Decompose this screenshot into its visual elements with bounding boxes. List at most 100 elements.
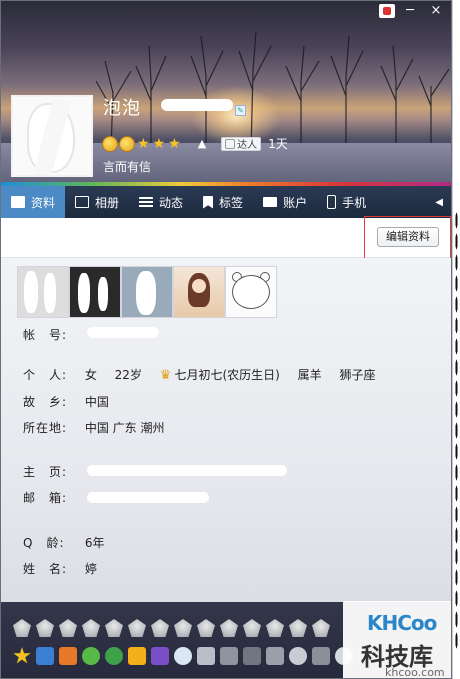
- skin-icon[interactable]: [379, 4, 395, 18]
- app-icon-row: [13, 647, 353, 665]
- realname-label: 姓 名:: [23, 562, 68, 576]
- photo-thumbnail[interactable]: [18, 267, 68, 317]
- penguin-icon[interactable]: ▲: [198, 137, 206, 150]
- photo-thumbnail[interactable]: [70, 267, 120, 317]
- penguin-badge-icon[interactable]: [59, 619, 77, 637]
- homepage-redaction: [87, 465, 287, 476]
- diamond-badge-icon[interactable]: [289, 619, 307, 637]
- star-level-icon: ★: [168, 135, 181, 152]
- diamond-badge-icon[interactable]: [82, 619, 100, 637]
- tab-feed[interactable]: 动态: [129, 186, 193, 218]
- photo-redaction: [24, 271, 38, 313]
- constellation-value: 狮子座: [339, 368, 376, 382]
- music-app-icon[interactable]: [151, 647, 169, 665]
- diamond-badge-icon[interactable]: [243, 619, 261, 637]
- email-label: 邮 箱:: [23, 491, 68, 505]
- browser-app-icon[interactable]: [174, 647, 192, 665]
- birthday-value: 七月初七(农历生日): [174, 368, 280, 382]
- diamond-badge-icon[interactable]: [312, 619, 330, 637]
- diamond-badge-icon[interactable]: [220, 619, 238, 637]
- age-value: 22岁: [114, 368, 142, 382]
- signature[interactable]: 言而有信: [103, 158, 151, 175]
- photo-redaction: [98, 277, 108, 311]
- realname-value: 婷: [84, 562, 97, 576]
- gender-value: 女: [84, 368, 97, 382]
- nickname: 泡泡: [103, 98, 141, 119]
- badge-icon: [225, 138, 236, 149]
- swirl-app-icon[interactable]: [289, 647, 307, 665]
- bear-face-icon: [232, 275, 270, 309]
- bag-app-icon[interactable]: [312, 647, 330, 665]
- tab-label: 相册: [95, 195, 120, 210]
- close-button[interactable]: ×: [425, 3, 447, 19]
- sun-level-icon: [120, 136, 134, 151]
- tab-scroll-left-icon[interactable]: ◀: [435, 197, 451, 208]
- days-count: 1天: [268, 137, 288, 151]
- tab-tags[interactable]: 标签: [193, 186, 253, 218]
- app-store-icon[interactable]: [243, 647, 261, 665]
- photo-album-icon: [75, 196, 90, 208]
- tab-account[interactable]: 账户: [253, 186, 317, 218]
- house-app-icon[interactable]: [59, 647, 77, 665]
- qage-label: Q 龄:: [23, 536, 65, 550]
- list-icon: [139, 196, 154, 208]
- watermark-logo-text: KHCoo: [367, 611, 437, 635]
- tab-label: 动态: [159, 195, 184, 210]
- hometown-value: 中国: [84, 395, 109, 409]
- diamond-badge-icon[interactable]: [266, 619, 284, 637]
- photo-thumbnail[interactable]: [122, 267, 172, 317]
- edit-nickname-icon[interactable]: ✎: [235, 105, 246, 116]
- v-shield-app-icon[interactable]: [266, 647, 284, 665]
- game-badge-icon[interactable]: [151, 619, 169, 637]
- tab-album[interactable]: 相册: [65, 186, 129, 218]
- minimize-button[interactable]: ─: [399, 3, 421, 19]
- location-row: 所在地: 中国 广东 潮州: [23, 419, 178, 436]
- homepage-label: 主 页:: [23, 465, 68, 479]
- phone-icon: [327, 195, 337, 209]
- location-label: 所在地:: [23, 421, 68, 435]
- heart-badge-icon[interactable]: [36, 619, 54, 637]
- daren-label: 达人: [237, 140, 258, 151]
- star-level-icon: ★: [137, 135, 150, 152]
- photo-thumbnail[interactable]: [174, 267, 224, 317]
- clover-app-icon[interactable]: [105, 647, 123, 665]
- diamond-badge-icon[interactable]: [128, 619, 146, 637]
- photo-redaction: [136, 271, 156, 315]
- zodiac-value: 属羊: [297, 368, 322, 382]
- personal-label: 个 人:: [23, 368, 68, 382]
- watermark-url: khcoo.com: [385, 666, 445, 679]
- crown-icon: ♛: [159, 368, 172, 383]
- account-label: 帐 号:: [23, 328, 68, 342]
- account-row: 帐 号:: [23, 326, 81, 343]
- heart-badge-icon[interactable]: [13, 619, 31, 637]
- window-controls: ─ ×: [379, 3, 447, 19]
- tab-phone[interactable]: 手机: [317, 186, 376, 218]
- qage-value: 6年: [84, 536, 105, 550]
- location-value: 中国 广东 潮州: [84, 421, 165, 435]
- sun-level-icon: [103, 136, 117, 151]
- bag-icon: [263, 197, 278, 207]
- daren-badge[interactable]: 达人: [221, 136, 262, 151]
- avatar[interactable]: [11, 95, 93, 177]
- p-app-icon[interactable]: [197, 647, 215, 665]
- edit-profile-button[interactable]: 编辑资料: [377, 227, 439, 247]
- mail-app-icon[interactable]: [36, 647, 54, 665]
- badge-icon-row: [13, 619, 330, 637]
- diamond-badge-icon[interactable]: [197, 619, 215, 637]
- qage-row: Q 龄: 6年: [23, 534, 118, 551]
- chat-app-icon[interactable]: [82, 647, 100, 665]
- email-row: 邮 箱:: [23, 489, 81, 506]
- realname-row: 姓 名: 婷: [23, 560, 111, 577]
- tab-label: 账户: [283, 195, 308, 210]
- tab-profile[interactable]: 资料: [1, 186, 66, 224]
- penguin-badge-icon[interactable]: [105, 619, 123, 637]
- tab-label: 手机: [342, 195, 367, 210]
- shield-app-icon[interactable]: [128, 647, 146, 665]
- star-app-icon[interactable]: [13, 647, 31, 664]
- grid-app-icon[interactable]: [220, 647, 238, 665]
- star-level-icon: ★: [152, 135, 166, 152]
- diamond-badge-icon[interactable]: [174, 619, 192, 637]
- hometown-row: 故 乡: 中国: [23, 393, 123, 410]
- photo-redaction: [78, 273, 90, 313]
- photo-thumbnail[interactable]: [226, 267, 276, 317]
